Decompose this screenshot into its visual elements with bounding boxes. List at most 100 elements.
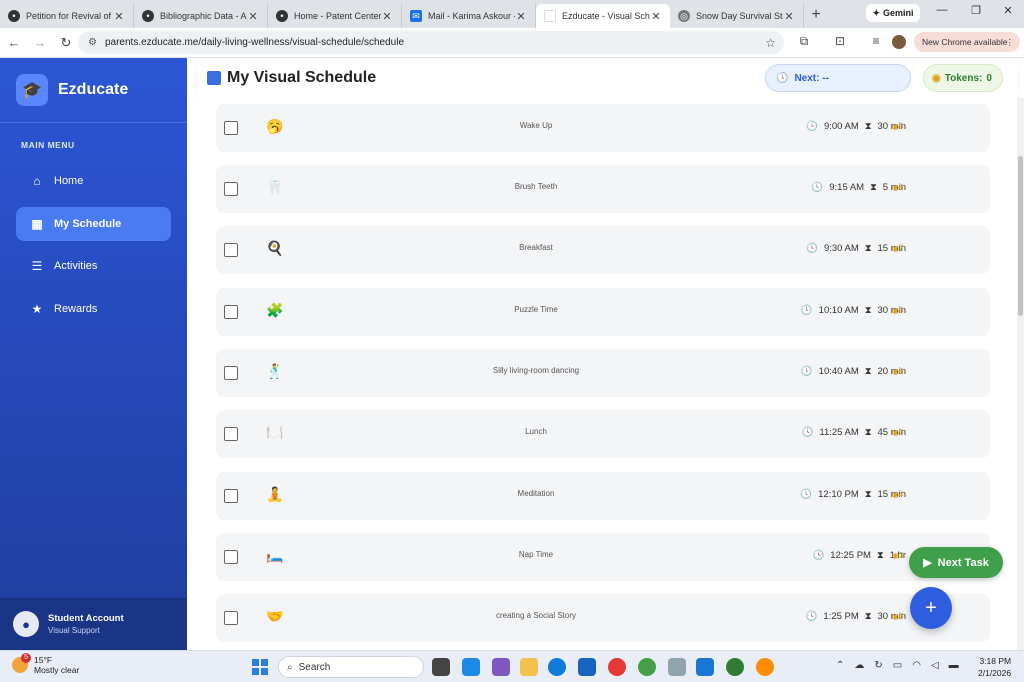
new-tab-button[interactable]: + (804, 4, 828, 28)
clock-time: 3:18 PM (979, 656, 1012, 666)
minimize-icon[interactable]: — (932, 4, 952, 16)
battery-icon[interactable]: ▬ (949, 660, 959, 671)
taskbar-clock[interactable]: 3:18 PM 2/1/2026 (978, 655, 1011, 679)
screenshot-icon[interactable]: ⊡ (832, 34, 848, 48)
sidebar-item-rewards[interactable]: ★ Rewards (16, 292, 171, 326)
sync-icon[interactable]: ↻ (874, 660, 882, 671)
hourglass-icon: ⧗ (864, 489, 872, 500)
add-task-button[interactable]: + (910, 587, 952, 629)
hourglass-icon: ⧗ (864, 121, 872, 132)
task-row[interactable]: 🥱 Wake Up 🕓 9:00 AM ⧗ 30 min ◉5 (216, 104, 990, 152)
snipping-tool-icon[interactable] (668, 658, 686, 676)
chrome-icon[interactable] (608, 658, 626, 676)
cloud-icon[interactable]: ☁ (854, 660, 864, 671)
browser-tab[interactable]: • Bibliographic Data - App ✕ (134, 4, 268, 28)
browser-tab[interactable]: ✉ Mail - Karima Askour - C✕ (402, 4, 536, 28)
weather-widget[interactable]: 5 15°F Mostly clear (12, 653, 80, 675)
bookmark-star-icon[interactable]: ☆ (765, 36, 776, 50)
copilot-icon[interactable] (492, 658, 510, 676)
sidebar-item-home[interactable]: ⌂ Home (16, 164, 171, 198)
back-icon[interactable]: ← (2, 35, 26, 50)
menu-heading: MAIN MENU (21, 140, 75, 150)
whatsapp-icon[interactable] (726, 658, 744, 676)
chrome-profile-icon[interactable] (638, 658, 656, 676)
task-checkbox[interactable] (224, 243, 238, 257)
scrollbar-thumb[interactable] (1018, 156, 1023, 316)
clock-icon: 🕓 (801, 427, 814, 438)
task-checkbox[interactable] (224, 427, 238, 441)
close-window-icon[interactable]: ✕ (998, 4, 1018, 17)
task-row[interactable]: 🧩 Puzzle Time 🕓 10:10 AM ⧗ 30 min ◉5 (216, 288, 990, 336)
taskbar-search[interactable]: ⌕ Search (278, 656, 424, 678)
scrollbar[interactable] (1017, 98, 1024, 650)
task-row[interactable]: 🤝 creating a Social Story 🕓 1:25 PM ⧗ 30 mi… (216, 594, 990, 642)
sidebar-item-label: Activities (54, 260, 98, 272)
task-checkbox[interactable] (224, 305, 238, 319)
browser-tab[interactable]: ◎ Snow Day Survival Startu✕ (670, 4, 804, 28)
onedrive-icon[interactable]: ▭ (893, 660, 902, 671)
task-checkbox[interactable] (224, 182, 238, 196)
close-icon[interactable]: ✕ (515, 10, 527, 23)
clock-icon: 🕓 (800, 305, 813, 316)
outlook-icon[interactable] (578, 658, 596, 676)
account-panel[interactable]: ● Student Account Visual Support (0, 598, 187, 650)
weather-desc: Mostly clear (34, 665, 80, 675)
browser-edge-icon[interactable] (548, 658, 566, 676)
sidebar-item-activities[interactable]: ☰ Activities (16, 249, 171, 283)
close-icon[interactable]: ✕ (381, 10, 393, 23)
sidebar-item-my-schedule[interactable]: ▦ My Schedule (16, 207, 171, 241)
task-time: 12:25 PM (830, 550, 871, 561)
coins-icon: ◉ (892, 306, 899, 315)
task-icon: 🧘 (266, 486, 284, 502)
chevron-up-icon[interactable]: ⌃ (836, 660, 844, 671)
brand[interactable]: 🎓 Ezducate (16, 74, 128, 106)
close-icon[interactable]: ✕ (783, 10, 795, 23)
task-row[interactable]: 🕺 Silly living-room dancing 🕓 10:40 AM ⧗ 20… (216, 349, 990, 397)
windows-start-icon[interactable] (252, 659, 268, 675)
gemini-button[interactable]: ✦ Gemini (866, 4, 920, 22)
restore-icon[interactable]: ❐ (966, 4, 986, 17)
wifi-icon[interactable]: ◠ (912, 660, 921, 671)
close-icon[interactable]: ✕ (113, 10, 125, 23)
task-row[interactable]: 🦷 Brush Teeth 🕓 9:15 AM ⧗ 5 min ◉6 (216, 165, 990, 213)
extensions-icon[interactable]: ⧉ (796, 34, 812, 49)
task-row[interactable]: 🧘 Meditation 🕓 12:10 PM ⧗ 15 min ◉4 (216, 472, 990, 520)
task-checkbox[interactable] (224, 489, 238, 503)
edge-icon[interactable] (462, 658, 480, 676)
more-menu-icon[interactable]: ⋮ (1006, 37, 1015, 48)
task-token-count: 3 (898, 551, 904, 560)
profile-avatar[interactable] (892, 35, 906, 49)
task-row[interactable]: 🍽️ Lunch 🕓 11:25 AM ⧗ 45 min ◉5 (216, 410, 990, 458)
task-token-count: 7 (898, 244, 904, 253)
new-chrome-button[interactable]: New Chrome available ⋮ (914, 32, 1020, 52)
close-icon[interactable]: ✕ (650, 10, 662, 23)
reading-list-icon[interactable]: ≡ (868, 34, 884, 48)
coins-icon: ◉ (892, 612, 899, 621)
task-name: Nap Time (518, 550, 554, 559)
mail-icon: ✉ (410, 10, 422, 22)
task-checkbox[interactable] (224, 366, 238, 380)
gemini-label: Gemini (883, 8, 914, 18)
close-icon[interactable]: ✕ (247, 10, 259, 23)
task-checkbox[interactable] (224, 550, 238, 564)
forward-icon[interactable]: → (28, 35, 52, 50)
store-icon[interactable] (696, 658, 714, 676)
divider (0, 122, 187, 123)
clock-icon: 🕓 (806, 243, 818, 254)
browser-tab[interactable]: • Petition for Revival of an✕ (0, 4, 134, 28)
task-checkbox[interactable] (224, 121, 238, 135)
reload-icon[interactable]: ↻ (54, 35, 78, 51)
volume-icon[interactable]: ◁ (931, 660, 939, 671)
task-checkbox[interactable] (224, 611, 238, 625)
task-time: 10:10 AM (818, 305, 859, 316)
browser-tab[interactable]: • Home - Patent Center - ✕ (268, 4, 402, 28)
next-task-button[interactable]: ▶ Next Task (909, 547, 1003, 578)
task-row[interactable]: 🍳 Breakfast 🕓 9:30 AM ⧗ 15 min ◉7 (216, 226, 990, 274)
file-explorer-icon[interactable] (520, 658, 538, 676)
address-bar[interactable]: ⚙ parents.ezducate.me/daily-living-welln… (78, 31, 784, 54)
chrome-alt-icon[interactable] (756, 658, 774, 676)
task-view-icon[interactable] (432, 658, 450, 676)
task-row[interactable]: 🛏️ Nap Time 🕓 12:25 PM ⧗ 1 hr ◉3 (216, 533, 990, 581)
site-info-icon[interactable]: ⚙ (88, 37, 97, 48)
browser-tab-active[interactable]: Ezducate - Visual Sched✕ (536, 4, 670, 28)
